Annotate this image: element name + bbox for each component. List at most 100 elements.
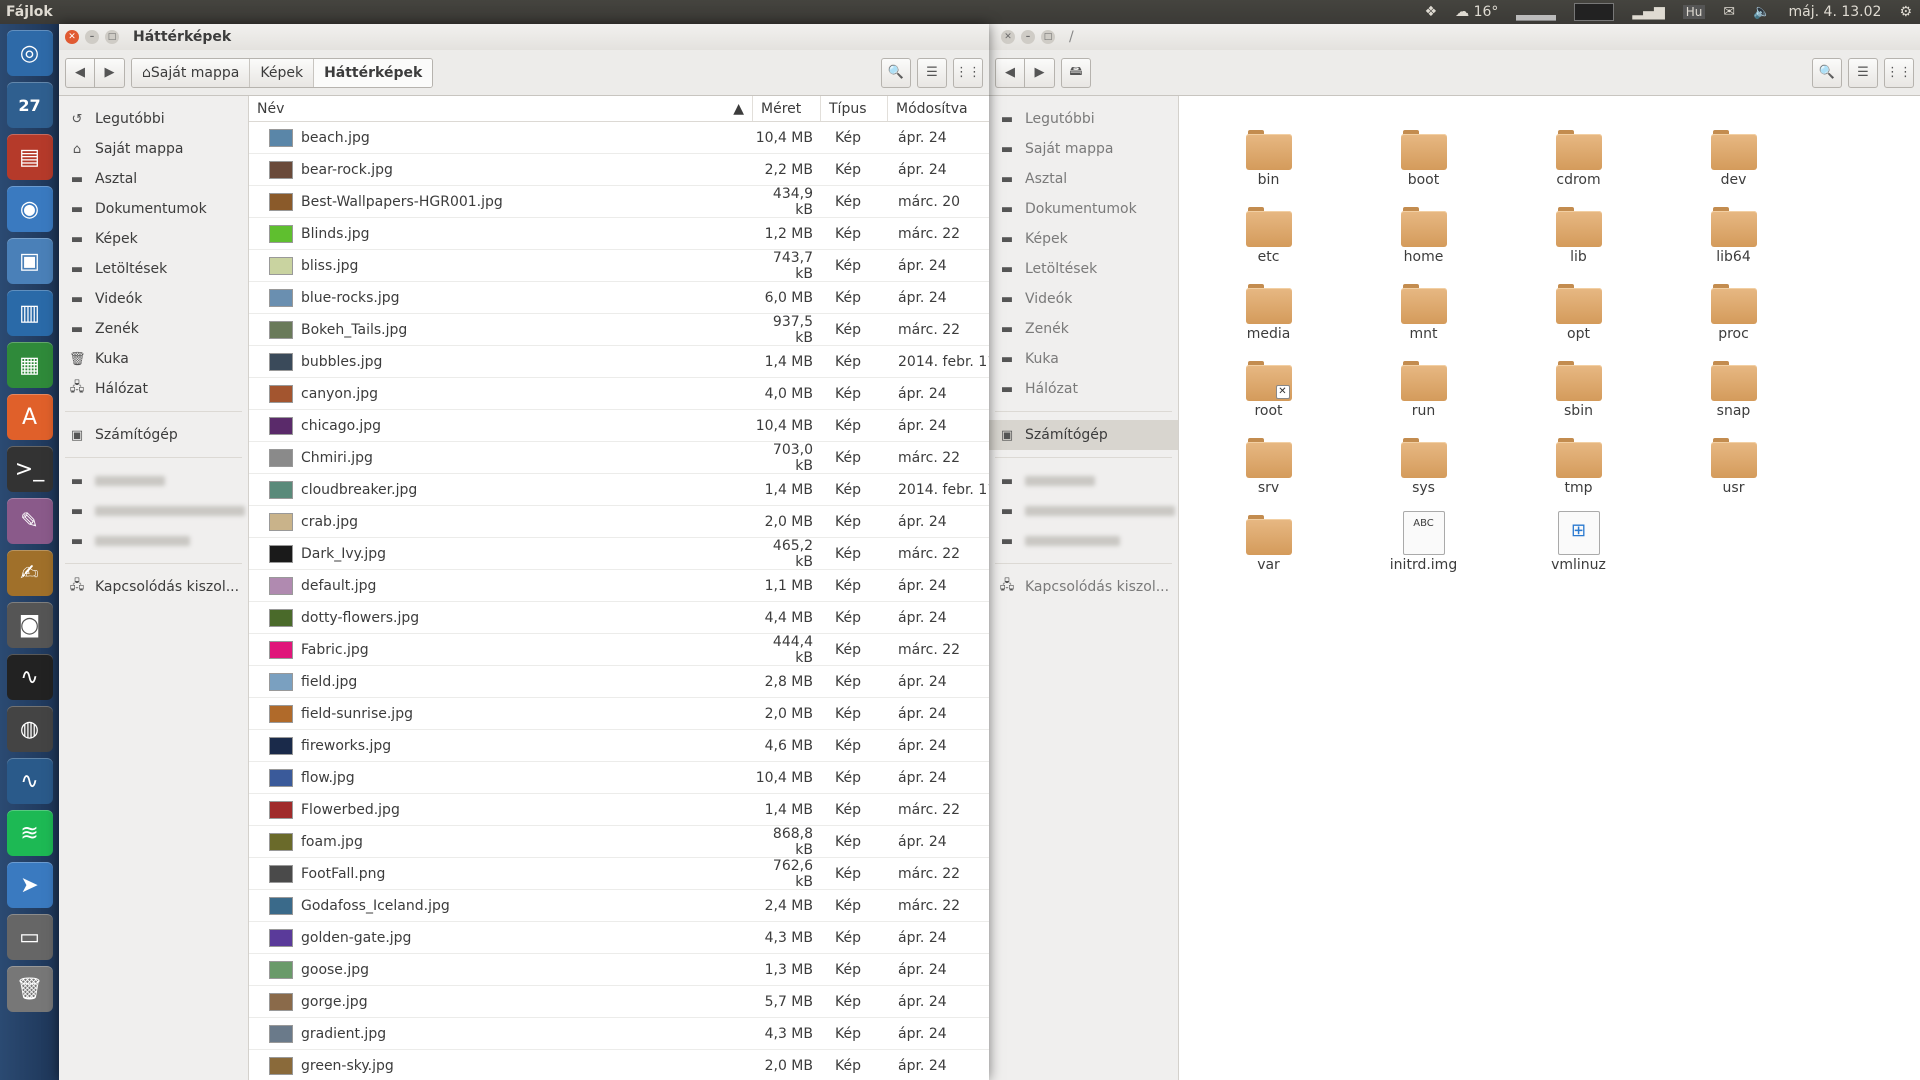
browser-icon[interactable]: ◉ xyxy=(6,186,53,232)
table-row[interactable]: bear-rock.jpg 2,2 MB Kép ápr. 24 xyxy=(249,154,989,186)
table-row[interactable]: FootFall.png 762,6 kB Kép márc. 22 xyxy=(249,858,989,890)
sidebar-device-1[interactable]: ▬ xyxy=(59,496,248,526)
grid-item[interactable]: run xyxy=(1346,357,1501,434)
sidebar-item-connect-server[interactable]: 🖧 Kapcsolódás kiszol... xyxy=(59,572,248,602)
sidebar-item-9[interactable]: 🖧 Hálózat xyxy=(59,374,248,404)
table-row[interactable]: Best-Wallpapers-HGR001.jpg 434,9 kB Kép már… xyxy=(249,186,989,218)
table-row[interactable]: crab.jpg 2,0 MB Kép ápr. 24 xyxy=(249,506,989,538)
app-menu-title[interactable]: Fájlok xyxy=(0,4,53,20)
calendar-icon[interactable]: 27 xyxy=(6,82,53,128)
grid-item[interactable]: home xyxy=(1346,203,1501,280)
breadcrumb-pictures[interactable]: Képek xyxy=(250,58,315,87)
table-row[interactable]: blue-rocks.jpg 6,0 MB Kép ápr. 24 xyxy=(249,282,989,314)
table-row[interactable]: dotty-flowers.jpg 4,4 MB Kép ápr. 24 xyxy=(249,602,989,634)
sidebar-device-2[interactable]: ▬ xyxy=(59,526,248,556)
table-row[interactable]: golden-gate.jpg 4,3 MB Kép ápr. 24 xyxy=(249,922,989,954)
column-name-header[interactable]: Név ▲ xyxy=(249,96,753,121)
grid-item[interactable]: snap xyxy=(1656,357,1811,434)
grid-item[interactable]: dev xyxy=(1656,126,1811,203)
dropbox-icon[interactable]: ❖ xyxy=(1425,4,1438,20)
back-button[interactable]: ◀ xyxy=(995,57,1025,88)
camera-icon[interactable]: ◙ xyxy=(6,602,53,648)
grid-item[interactable]: lib64 xyxy=(1656,203,1811,280)
sidebar-item-5[interactable]: ▬ Letöltések xyxy=(989,254,1178,284)
minimize-button[interactable]: – xyxy=(1021,30,1035,44)
drive-icon[interactable]: ▭ xyxy=(6,914,53,960)
table-row[interactable]: beach.jpg 10,4 MB Kép ápr. 24 xyxy=(249,122,989,154)
grid-item[interactable]: mnt xyxy=(1346,280,1501,357)
list-view-button[interactable]: ☰ xyxy=(1848,57,1878,88)
table-row[interactable]: default.jpg 1,1 MB Kép ápr. 24 xyxy=(249,570,989,602)
network-icon[interactable]: ▂▄▆ xyxy=(1632,4,1664,20)
sidebar-item-6[interactable]: ▬ Videók xyxy=(59,284,248,314)
table-row[interactable]: Fabric.jpg 444,4 kB Kép márc. 22 xyxy=(249,634,989,666)
sidebar-item-9[interactable]: ▬ Hálózat xyxy=(989,374,1178,404)
disk-icon[interactable]: ◍ xyxy=(6,706,53,752)
notes-icon[interactable]: ✍ xyxy=(6,550,53,596)
writer-icon[interactable]: ▥ xyxy=(6,290,53,336)
sidebar-device-1[interactable]: ▬ xyxy=(989,496,1178,526)
table-row[interactable]: gorge.jpg 5,7 MB Kép ápr. 24 xyxy=(249,986,989,1018)
sidebar-item-7[interactable]: ▬ Zenék xyxy=(59,314,248,344)
forward-button[interactable]: ▶ xyxy=(1025,57,1055,88)
column-modified-header[interactable]: Módosítva xyxy=(888,96,989,121)
sidebar-item-8[interactable]: 🗑 Kuka xyxy=(59,344,248,374)
grid-item[interactable]: usr xyxy=(1656,434,1811,511)
breadcrumb-wallpapers[interactable]: Háttérképek xyxy=(314,58,433,87)
breadcrumb-home[interactable]: ⌂ Saját mappa xyxy=(132,58,251,87)
sidebar-item-4[interactable]: ▬ Képek xyxy=(989,224,1178,254)
files-icon[interactable]: ▤ xyxy=(6,134,53,180)
sidebar-item-computer[interactable]: ▣ Számítógép xyxy=(59,420,248,450)
table-row[interactable]: Godafoss_Iceland.jpg 2,4 MB Kép márc. 22 xyxy=(249,890,989,922)
back-button[interactable]: ◀ xyxy=(65,57,95,88)
search-button[interactable]: 🔍 xyxy=(1812,57,1842,88)
weather-indicator[interactable]: ☁ 16° xyxy=(1455,4,1498,20)
grid-item[interactable]: media xyxy=(1191,280,1346,357)
table-row[interactable]: cloudbreaker.jpg 1,4 MB Kép 2014. febr. 11. xyxy=(249,474,989,506)
sidebar-item-8[interactable]: ▬ Kuka xyxy=(989,344,1178,374)
calc-icon[interactable]: ▦ xyxy=(6,342,53,388)
grid-item[interactable]: ⊞ vmlinuz xyxy=(1501,511,1656,588)
grid-item[interactable]: cdrom xyxy=(1501,126,1656,203)
table-row[interactable]: Dark_Ivy.jpg 465,2 kB Kép márc. 22 xyxy=(249,538,989,570)
monitor-icon[interactable]: ∿ xyxy=(6,654,53,700)
table-row[interactable]: Chmiri.jpg 703,0 kB Kép márc. 22 xyxy=(249,442,989,474)
sidebar-item-0[interactable]: ▬ Legutóbbi xyxy=(989,104,1178,134)
cpu-graph[interactable] xyxy=(1516,3,1557,21)
sidebar-item-1[interactable]: ▬ Saját mappa xyxy=(989,134,1178,164)
close-button[interactable]: ✕ xyxy=(1001,30,1015,44)
sidebar-item-4[interactable]: ▬ Képek xyxy=(59,224,248,254)
trash-icon[interactable]: 🗑 xyxy=(6,966,53,1012)
sidebar-item-7[interactable]: ▬ Zenék xyxy=(989,314,1178,344)
table-row[interactable]: Blinds.jpg 1,2 MB Kép márc. 22 xyxy=(249,218,989,250)
keyboard-layout[interactable]: Hu xyxy=(1682,5,1706,19)
table-row[interactable]: foam.jpg 868,8 kB Kép ápr. 24 xyxy=(249,826,989,858)
table-row[interactable]: Bokeh_Tails.jpg 937,5 kB Kép márc. 22 xyxy=(249,314,989,346)
grid-item[interactable]: sbin xyxy=(1501,357,1656,434)
view-options-button[interactable]: ⋮⋮ xyxy=(953,57,983,88)
clock[interactable]: máj. 4. 13.02 xyxy=(1789,4,1882,20)
forward-button[interactable]: ▶ xyxy=(95,57,125,88)
terminal-icon[interactable]: >_ xyxy=(6,446,53,492)
close-button[interactable]: ✕ xyxy=(65,30,79,44)
maximize-button[interactable]: □ xyxy=(1041,30,1055,44)
table-row[interactable]: chicago.jpg 10,4 MB Kép ápr. 24 xyxy=(249,410,989,442)
sidebar-item-2[interactable]: ▬ Asztal xyxy=(59,164,248,194)
grid-item[interactable]: tmp xyxy=(1501,434,1656,511)
maximize-button[interactable]: □ xyxy=(105,30,119,44)
waveform-icon[interactable]: ∿ xyxy=(6,758,53,804)
grid-item[interactable]: lib xyxy=(1501,203,1656,280)
grid-item[interactable]: etc xyxy=(1191,203,1346,280)
window-titlebar[interactable]: ✕ – □ / xyxy=(989,24,1920,50)
grid-item[interactable]: boot xyxy=(1346,126,1501,203)
table-row[interactable]: goose.jpg 1,3 MB Kép ápr. 24 xyxy=(249,954,989,986)
grid-item[interactable]: srv xyxy=(1191,434,1346,511)
sidebar-item-5[interactable]: ▬ Letöltések xyxy=(59,254,248,284)
sidebar-device-0[interactable]: ▬ xyxy=(59,466,248,496)
table-row[interactable]: fireworks.jpg 4,6 MB Kép ápr. 24 xyxy=(249,730,989,762)
window-titlebar[interactable]: ✕ – □ Háttérképek xyxy=(59,24,989,50)
list-view-button[interactable]: ☰ xyxy=(917,57,947,88)
spotify-icon[interactable]: ≋ xyxy=(6,810,53,856)
table-row[interactable]: canyon.jpg 4,0 MB Kép ápr. 24 xyxy=(249,378,989,410)
sidebar-item-2[interactable]: ▬ Asztal xyxy=(989,164,1178,194)
